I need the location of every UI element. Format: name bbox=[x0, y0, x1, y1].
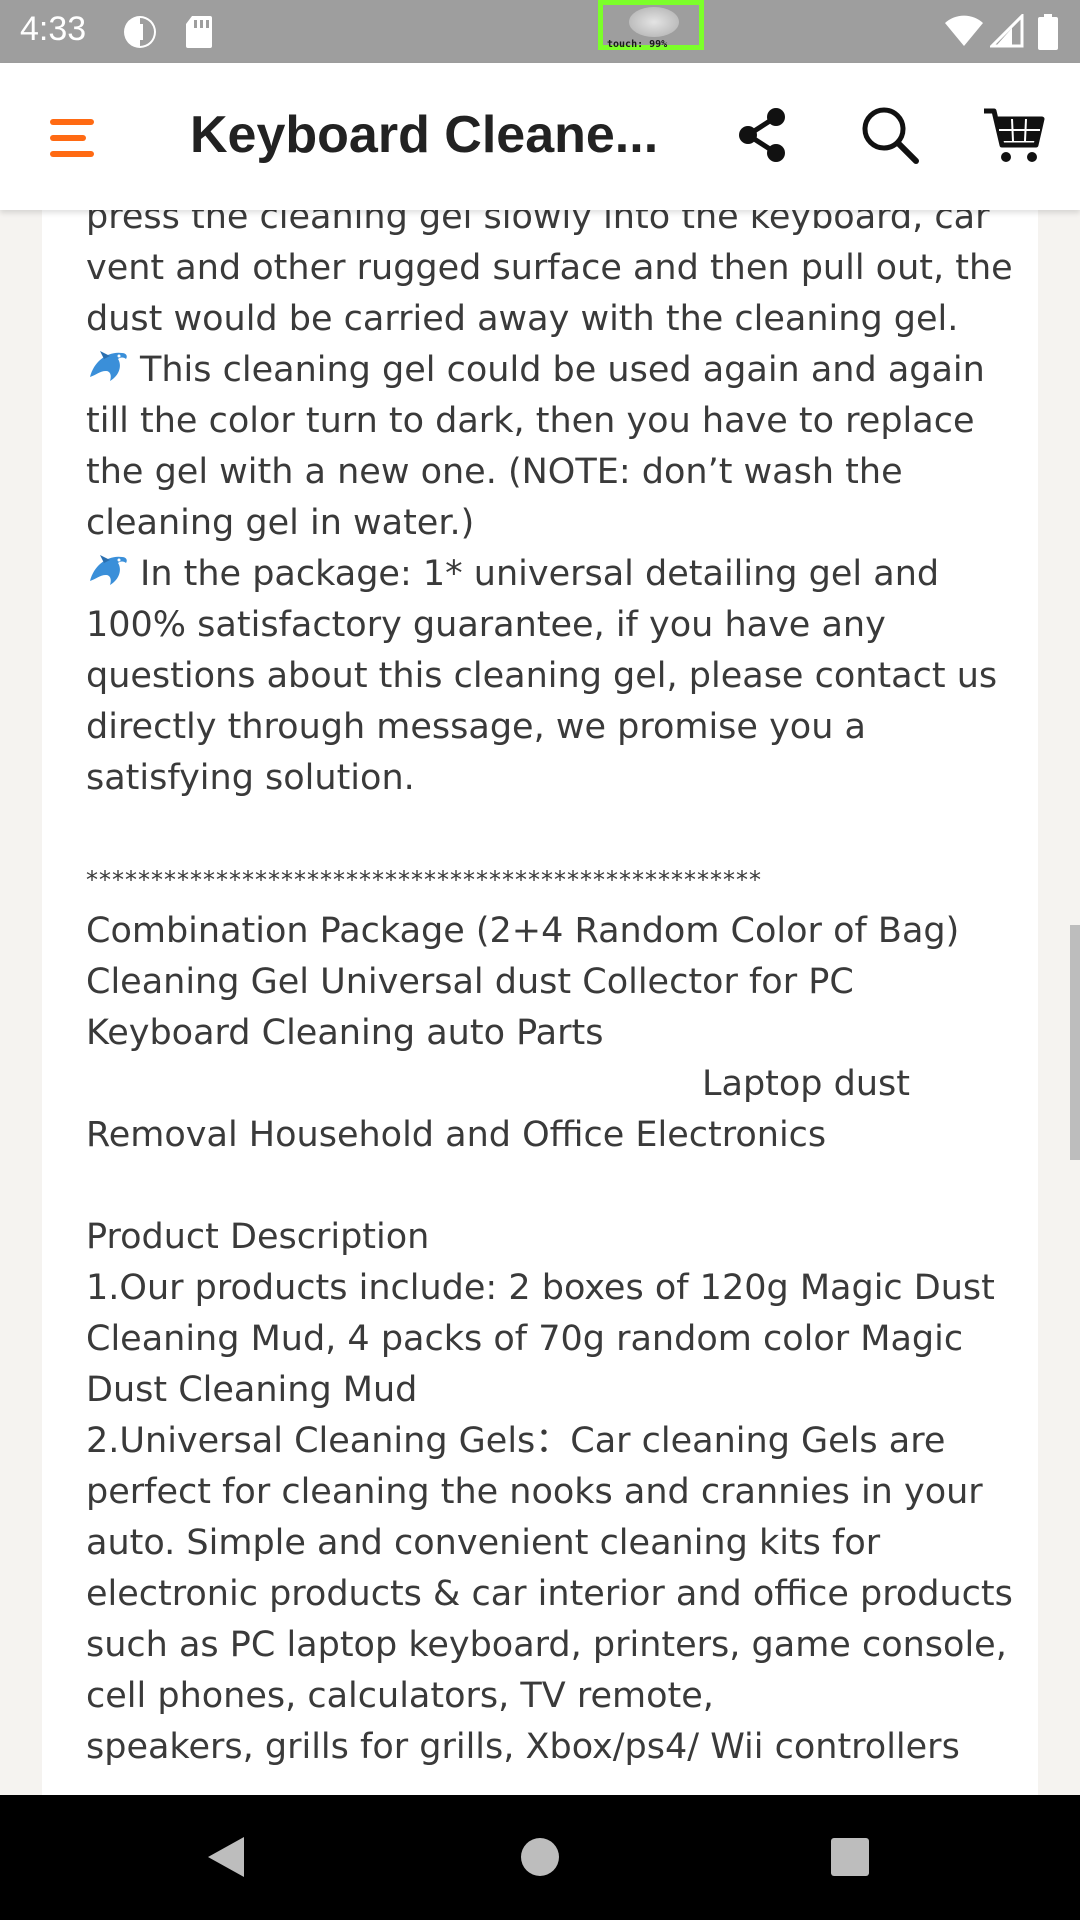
separator-line: ****************************************… bbox=[86, 866, 762, 894]
recents-icon[interactable] bbox=[790, 1795, 910, 1920]
list-item: speakers, grills for grills, Xbox/ps4/ W… bbox=[86, 1727, 960, 1767]
scrollbar[interactable] bbox=[1070, 925, 1080, 1160]
data-saver-icon bbox=[124, 16, 156, 48]
combo-title: Combination Package (2+4 Random Color of… bbox=[86, 911, 971, 1053]
battery-icon bbox=[1038, 14, 1058, 50]
combo-line: Laptop dust bbox=[702, 1064, 911, 1104]
search-icon[interactable] bbox=[858, 103, 922, 167]
touch-label: touch: 99% bbox=[607, 39, 668, 50]
page-title: Keyboard Cleane... bbox=[190, 106, 659, 164]
combo-line: Removal Household and Office Electronics bbox=[86, 1115, 827, 1155]
menu-icon[interactable] bbox=[44, 115, 100, 159]
dolphin-icon bbox=[90, 351, 127, 381]
share-icon[interactable] bbox=[730, 103, 794, 167]
product-description-text: press the cleaning gel slowly into the k… bbox=[86, 210, 1026, 1773]
status-time: 4:33 bbox=[20, 10, 87, 48]
product-description-card: press the cleaning gel slowly into the k… bbox=[42, 210, 1038, 1795]
description-paragraph: press the cleaning gel slowly into the k… bbox=[86, 210, 1024, 339]
back-icon[interactable] bbox=[168, 1795, 288, 1920]
system-nav-bar bbox=[0, 1795, 1080, 1920]
touch-indicator: touch: 99% bbox=[598, 0, 704, 50]
cart-icon[interactable] bbox=[982, 103, 1046, 167]
status-bar: 4:33 touch: 99% bbox=[0, 0, 1080, 63]
touch-point bbox=[629, 7, 679, 37]
description-paragraph: This cleaning gel could be used again an… bbox=[86, 345, 1026, 549]
list-item: 2.Universal Cleaning Gels：Car cleaning G… bbox=[86, 1421, 1024, 1716]
description-paragraph: In the package: 1* universal detailing g… bbox=[86, 549, 1026, 804]
sd-card-icon bbox=[186, 16, 212, 48]
wifi-icon bbox=[945, 15, 983, 46]
section-heading: Product Description bbox=[86, 1217, 430, 1257]
app-bar: Keyboard Cleane... bbox=[0, 63, 1080, 210]
signal-icon bbox=[990, 14, 1024, 48]
home-icon[interactable] bbox=[480, 1795, 600, 1920]
dolphin-icon bbox=[90, 555, 127, 585]
list-item: 1.Our products include: 2 boxes of 120g … bbox=[86, 1268, 1007, 1410]
